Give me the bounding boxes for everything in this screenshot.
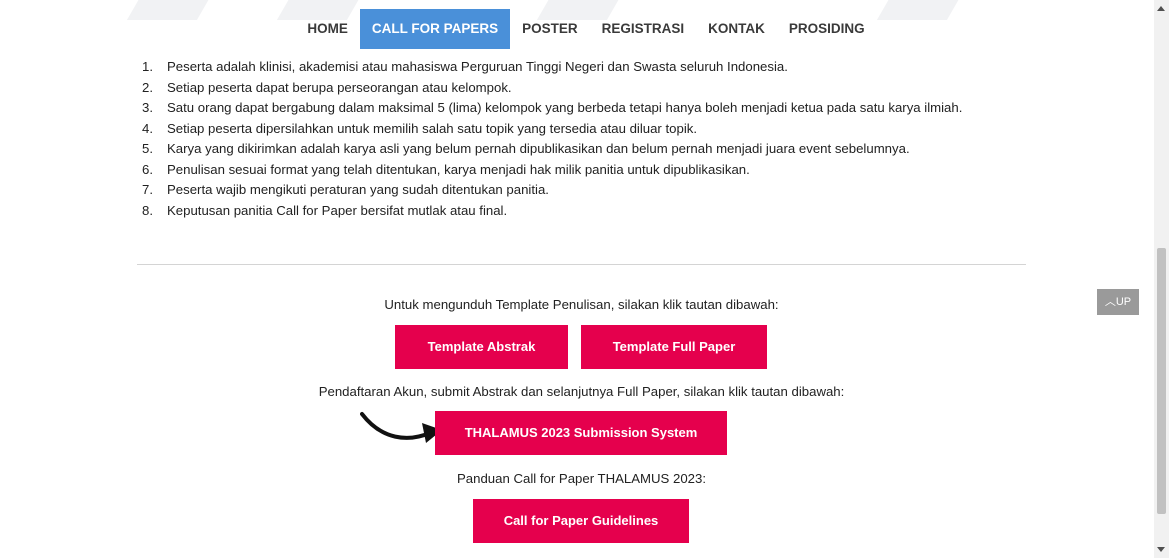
scroll-to-top-button[interactable]: ︿UP [1097,289,1139,315]
scroll-down-arrow-icon[interactable] [1157,547,1165,552]
rule-number: 2. [142,79,153,95]
rule-text: Peserta adalah klinisi, akademisi atau m… [167,59,788,74]
guidelines-button[interactable]: Call for Paper Guidelines [473,499,689,543]
vertical-scrollbar[interactable] [1154,0,1169,558]
rule-text: Penulisan sesuai format yang telah diten… [167,161,750,177]
nav-call-for-papers[interactable]: CALL FOR PAPERS [359,9,511,49]
nav-poster[interactable]: POSTER [510,9,590,49]
rule-number: 7. [142,182,153,197]
submission-instruction: Pendaftaran Akun, submit Abstrak dan sel… [318,384,845,399]
template-instruction: Untuk mengunduh Template Penulisan, sila… [384,297,779,312]
rule-text: Peserta wajib mengikuti peraturan yang s… [167,182,549,197]
rule-text: Keputusan panitia Call for Paper bersifa… [167,202,508,218]
rule-item: 5. Karya yang dikirimkan adalah karya asl… [142,139,1037,160]
submission-system-button[interactable]: THALAMUS 2023 Submission System [435,411,727,455]
scroll-up-arrow-icon[interactable] [1157,6,1165,11]
rule-number: 5. [142,141,153,156]
pointing-arrow-icon [360,412,442,443]
nav-prosiding[interactable]: PROSIDING [777,9,877,49]
rule-text: Setiap peserta dapat berupa perseorangan… [167,79,512,95]
nav-registrasi[interactable]: REGISTRASI [590,9,697,49]
template-full-paper-button[interactable]: Template Full Paper [581,325,767,369]
rule-item: 4. Setiap peserta dipersilahkan untuk mem… [142,119,1037,140]
nav-kontak[interactable]: KONTAK [696,9,777,49]
rule-number: 1. [142,59,153,74]
rule-item: 2. Setiap peserta dapat berupa perseorang… [142,78,1037,99]
rules-list: 1. Peserta adalah klinisi, akademisi atau… [142,57,1037,222]
rule-number: 4. [142,120,153,136]
main-nav: HOME CALL FOR PAPERS POSTER REGISTRASI K… [0,9,1154,49]
rule-item: 7. Peserta wajib mengikuti peraturan yang… [142,180,1037,201]
rule-number: 3. [142,100,153,115]
rule-text: Setiap peserta dipersilahkan untuk memil… [167,120,698,136]
section-divider [137,264,1026,265]
nav-home[interactable]: HOME [295,9,360,49]
rule-text: Karya yang dikirimkan adalah karya asli … [167,141,910,156]
guideline-instruction: Panduan Call for Paper THALAMUS 2023: [457,471,706,486]
up-label: UP [1115,296,1132,308]
rule-number: 8. [142,202,153,218]
rule-number: 6. [142,161,153,177]
rule-item: 6. Penulisan sesuai format yang telah dit… [142,160,1037,181]
rule-text: Satu orang dapat bergabung dalam maksima… [167,100,963,115]
template-abstrak-button[interactable]: Template Abstrak [395,325,568,369]
chevron-up-icon: ︿ [1104,296,1116,308]
rule-item: 8. Keputusan panitia Call for Paper bersi… [142,201,1037,222]
rule-item: 1. Peserta adalah klinisi, akademisi atau… [142,57,1037,78]
rule-item: 3. Satu orang dapat bergabung dalam maksi… [142,98,1037,119]
scrollbar-thumb[interactable] [1157,248,1166,514]
